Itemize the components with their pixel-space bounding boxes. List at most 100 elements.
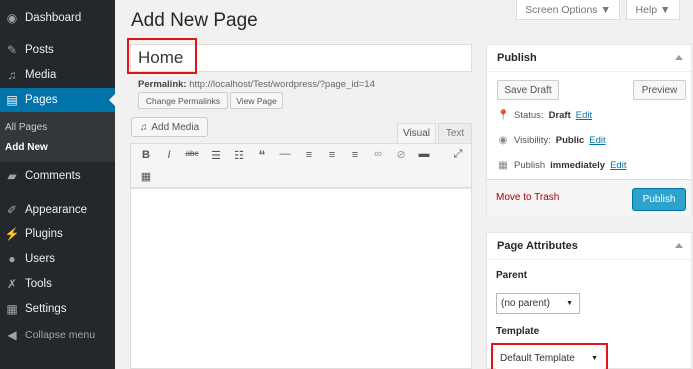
sidebar-item-settings[interactable]: ▦ Settings: [0, 297, 115, 321]
publish-box-header[interactable]: Publish: [487, 45, 691, 72]
tab-text[interactable]: Text: [438, 123, 472, 143]
collapse-caret-icon[interactable]: [675, 55, 683, 60]
sidebar-item-label: Media: [25, 69, 57, 81]
visibility-label: Visibility:: [514, 135, 551, 146]
parent-select[interactable]: (no parent) ▼: [496, 293, 580, 314]
permalink-url: http://localhost/Test/wordpress/?page_id…: [189, 79, 375, 90]
visibility-value: Public: [555, 135, 585, 146]
comment-icon: ▰: [7, 169, 17, 183]
italic-icon[interactable]: I: [162, 149, 176, 161]
blockquote-icon[interactable]: “: [255, 147, 269, 163]
sidebar-item-appearance[interactable]: ✐ Appearance: [0, 198, 115, 222]
strikethrough-icon[interactable]: abc: [185, 149, 199, 158]
page-attributes-title: Page Attributes: [497, 240, 578, 252]
submenu-all-pages[interactable]: All Pages: [5, 122, 47, 133]
page-title: Add New Page: [131, 10, 258, 31]
status-value: Draft: [548, 110, 571, 121]
numbered-list-icon[interactable]: ☷: [232, 149, 246, 162]
sidebar-item-label: Appearance: [25, 204, 88, 216]
help-button[interactable]: Help ▼: [626, 0, 680, 20]
read-more-icon[interactable]: ▬: [417, 148, 431, 160]
title-highlight-box: [127, 38, 197, 74]
user-icon: ●: [8, 252, 16, 266]
publish-box-title: Publish: [497, 52, 537, 64]
tab-visual[interactable]: Visual: [397, 123, 436, 143]
sidebar-item-plugins[interactable]: ⚡ Plugins: [0, 222, 115, 246]
sidebar-item-dashboard[interactable]: ◉ Dashboard: [0, 6, 115, 30]
pages-icon: ▤: [6, 93, 18, 107]
media-icon: ♫: [7, 68, 17, 82]
editor-toolbar: B I abc ☰ ☷ “ — ≡ ≡ ≡ ∞ ⊘ ▬ ⤢ ▦: [130, 143, 472, 188]
submenu-add-new[interactable]: Add New: [5, 142, 48, 153]
pin-icon: 📍: [497, 110, 510, 121]
save-draft-button[interactable]: Save Draft: [497, 80, 559, 100]
align-right-icon[interactable]: ≡: [348, 149, 362, 161]
sidebar-item-label: Dashboard: [25, 12, 82, 24]
sidebar-item-label: Tools: [25, 278, 52, 290]
screen-options-button[interactable]: Screen Options ▼: [516, 0, 620, 20]
sidebar-item-label: Settings: [25, 303, 67, 315]
status-row: 📍 Status: Draft Edit: [497, 110, 592, 121]
publish-date-value: immediately: [550, 160, 606, 171]
sidebar-item-tools[interactable]: ✗ Tools: [0, 272, 115, 296]
sidebar-item-label: Posts: [25, 44, 54, 56]
publish-date-edit-link[interactable]: Edit: [610, 160, 626, 171]
active-indicator: [109, 94, 115, 106]
admin-sidebar: ◉ Dashboard ✎ Posts ♫ Media ▤ Pages All …: [0, 0, 115, 369]
sidebar-item-pages[interactable]: ▤ Pages: [0, 88, 115, 112]
bullet-list-icon[interactable]: ☰: [209, 149, 223, 162]
collapse-arrow-icon: ◀: [7, 328, 17, 342]
dropdown-arrow-icon: ▼: [566, 300, 573, 307]
parent-select-value: (no parent): [501, 298, 550, 309]
brush-icon: ✐: [6, 203, 18, 217]
wrench-icon: ✗: [6, 277, 18, 291]
settings-icon: ▦: [6, 302, 18, 316]
publish-button[interactable]: Publish: [632, 188, 686, 211]
sidebar-item-comments[interactable]: ▰ Comments: [0, 164, 115, 188]
bold-icon[interactable]: B: [139, 149, 153, 161]
status-label: Status:: [514, 110, 544, 121]
editor-content-area[interactable]: [130, 188, 472, 369]
sidebar-item-label: Plugins: [25, 228, 63, 240]
view-page-button[interactable]: View Page: [230, 92, 283, 109]
add-media-label: Add Media: [151, 121, 200, 133]
unlink-icon[interactable]: ⊘: [394, 148, 408, 161]
align-center-icon[interactable]: ≡: [325, 149, 339, 161]
calendar-icon: ▦: [498, 160, 508, 171]
permalink-row: Permalink: http://localhost/Test/wordpre…: [138, 79, 375, 90]
eye-icon: ◉: [498, 135, 508, 146]
add-media-button[interactable]: ♫ Add Media: [131, 117, 208, 137]
plug-icon: ⚡: [4, 227, 20, 241]
status-edit-link[interactable]: Edit: [576, 110, 592, 121]
sidebar-item-posts[interactable]: ✎ Posts: [0, 38, 115, 62]
sidebar-item-label: Pages: [25, 94, 58, 106]
toolbar-toggle-icon[interactable]: ▦: [139, 170, 153, 183]
page-attributes-header[interactable]: Page Attributes: [487, 233, 691, 260]
change-permalinks-button[interactable]: Change Permalinks: [138, 92, 228, 109]
move-to-trash-link[interactable]: Move to Trash: [496, 192, 559, 203]
preview-button[interactable]: Preview: [633, 80, 686, 100]
collapse-menu-button[interactable]: ◀ Collapse menu: [0, 323, 115, 347]
horizontal-line-icon[interactable]: —: [278, 148, 292, 160]
template-label: Template: [496, 326, 540, 337]
collapse-label: Collapse menu: [25, 329, 96, 341]
parent-label: Parent: [496, 270, 528, 281]
sidebar-item-label: Users: [25, 253, 56, 265]
sidebar-item-label: Comments: [25, 170, 81, 182]
sidebar-item-media[interactable]: ♫ Media: [0, 63, 115, 87]
visibility-edit-link[interactable]: Edit: [589, 135, 605, 146]
sidebar-item-users[interactable]: ● Users: [0, 247, 115, 271]
collapse-caret-icon[interactable]: [675, 243, 683, 248]
link-icon[interactable]: ∞: [371, 148, 385, 160]
align-left-icon[interactable]: ≡: [302, 149, 316, 161]
fullscreen-icon[interactable]: ⤢: [451, 148, 465, 161]
dashboard-icon: ◉: [6, 11, 18, 25]
visibility-row: ◉ Visibility: Public Edit: [497, 135, 606, 146]
publish-date-label: Publish: [514, 160, 546, 171]
permalink-label: Permalink:: [138, 79, 187, 90]
pin-icon: ✎: [6, 43, 18, 57]
template-highlight-box: [491, 343, 608, 369]
pages-submenu: All Pages Add New: [0, 112, 115, 162]
media-icon: ♫: [139, 121, 148, 133]
publish-date-row: ▦ Publish immediately Edit: [497, 160, 626, 171]
